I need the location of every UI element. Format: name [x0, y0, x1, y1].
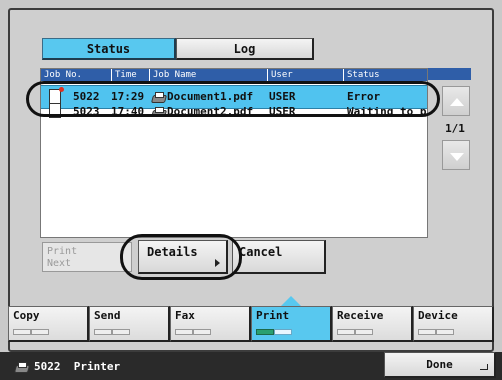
- return-icon: [480, 364, 488, 370]
- job-table: Job No. Time Job Name User Status 5022 1…: [40, 68, 428, 238]
- done-button[interactable]: Done: [384, 352, 496, 378]
- job-status: Error: [347, 90, 381, 103]
- job-user: USER: [269, 107, 296, 117]
- function-tab-bar: Copy Send Fax Print Receive Device: [8, 306, 494, 342]
- function-tab-send[interactable]: Send: [89, 306, 170, 342]
- column-header-job-name: Job Name: [149, 69, 269, 81]
- job-name: Document1.pdf: [151, 86, 253, 108]
- printer-icon: [151, 107, 165, 117]
- document-icon: [49, 103, 61, 118]
- table-header-extension: [428, 68, 471, 80]
- function-tab-print[interactable]: Print: [251, 306, 332, 342]
- scroll-up-button[interactable]: [442, 86, 470, 116]
- job-time: 17:29: [111, 90, 145, 103]
- function-tab-copy[interactable]: Copy: [8, 306, 89, 342]
- scroll-down-button[interactable]: [442, 140, 470, 170]
- job-time: 17:40: [111, 107, 145, 117]
- details-label: Details: [147, 245, 198, 259]
- table-row[interactable]: 5022 17:29 Document1.pdf USER Error: [41, 85, 427, 109]
- status-message: 5022 Printer: [14, 360, 120, 373]
- arrow-down-icon: [450, 153, 464, 161]
- page-indicator: 1/1: [445, 122, 465, 135]
- function-tab-receive[interactable]: Receive: [332, 306, 413, 342]
- active-tab-notch: [281, 296, 301, 306]
- tab-status[interactable]: Status: [42, 38, 176, 60]
- cancel-button[interactable]: Cancel: [232, 240, 326, 274]
- arrow-up-icon: [450, 98, 464, 106]
- column-header-job-no: Job No.: [44, 70, 82, 80]
- arrow-right-icon: [215, 259, 220, 267]
- details-button[interactable]: Details: [138, 240, 228, 274]
- job-user: USER: [269, 90, 296, 103]
- column-header-status: Status: [343, 69, 431, 81]
- table-header: Job No. Time Job Name User Status: [41, 69, 427, 81]
- print-next-button[interactable]: Print Next: [42, 242, 132, 272]
- job-status: Waiting to print: [347, 107, 427, 117]
- printer-icon: [14, 361, 28, 372]
- job-number: 5023: [73, 107, 100, 117]
- job-name: Document2.pdf: [151, 107, 253, 117]
- printer-icon: [151, 92, 165, 102]
- job-number: 5022: [73, 90, 100, 103]
- column-header-user: User: [267, 69, 345, 81]
- document-error-icon: [49, 87, 64, 104]
- column-header-time: Time: [111, 69, 149, 81]
- function-tab-fax[interactable]: Fax: [170, 306, 251, 342]
- tab-log[interactable]: Log: [176, 38, 314, 60]
- function-tab-device[interactable]: Device: [413, 306, 494, 342]
- table-row[interactable]: 5023 17:40 Document2.pdf USER Waiting to…: [41, 103, 427, 123]
